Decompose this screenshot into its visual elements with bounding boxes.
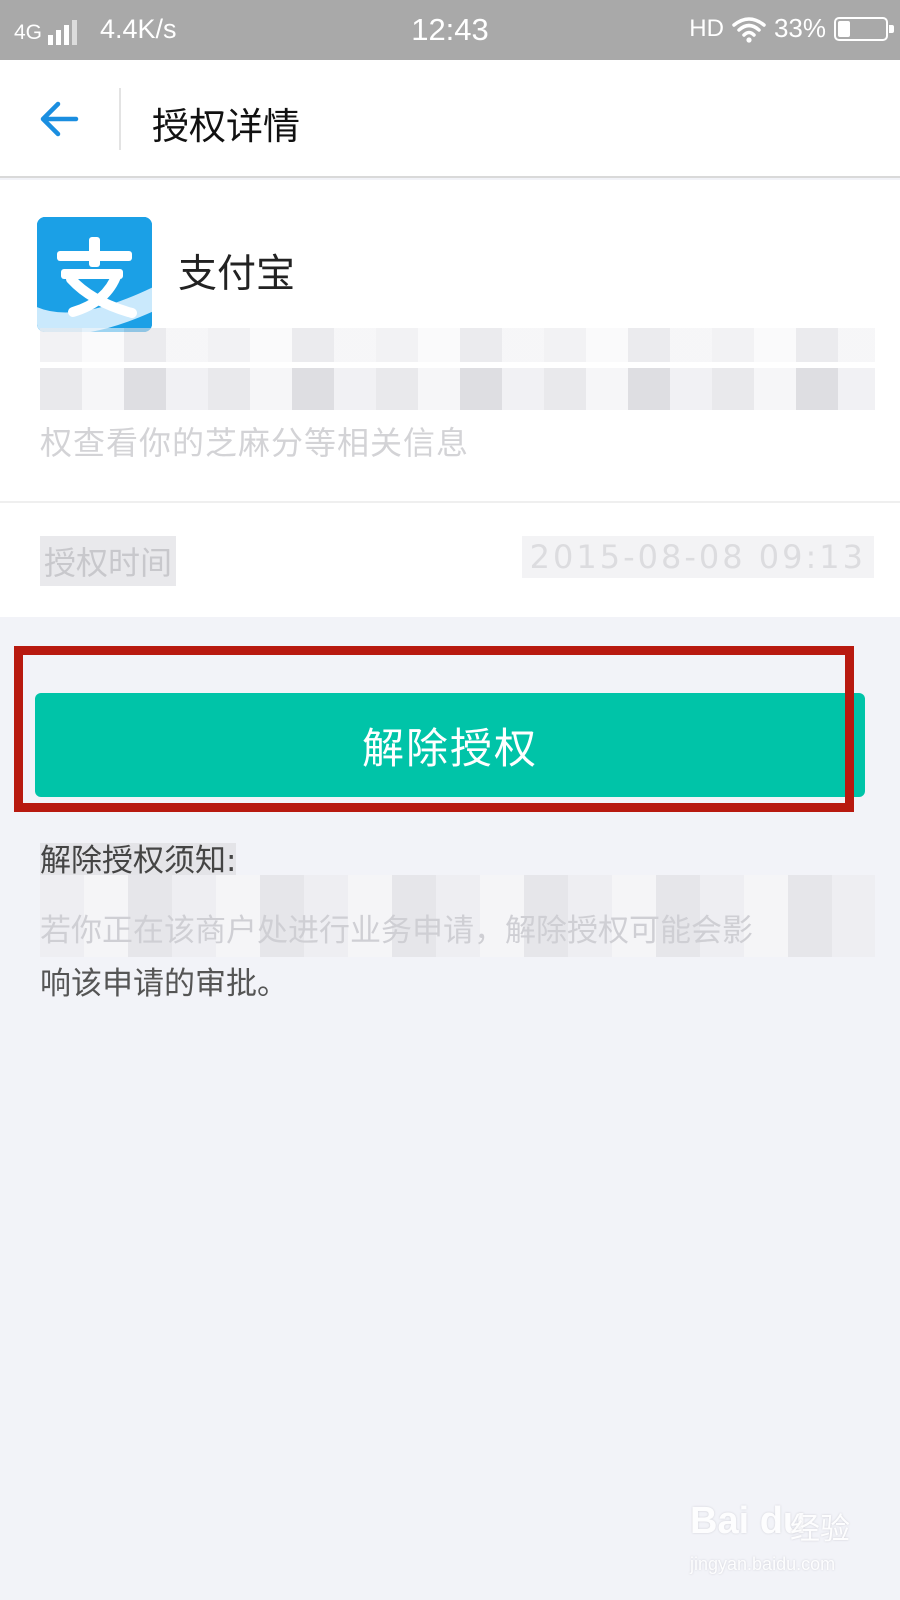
auth-time-value: 2015-08-08 09:13 bbox=[521, 536, 874, 578]
divider bbox=[0, 501, 900, 503]
notice-line-2: 响该申请的审批。 bbox=[40, 966, 288, 1002]
nav-bar: 授权详情 bbox=[0, 60, 900, 178]
hd-indicator: HD bbox=[689, 14, 724, 42]
wifi-icon bbox=[732, 16, 766, 43]
watermark-url: jingyan.baidu.com bbox=[690, 1554, 836, 1574]
status-bar: 4G 4.4K/s 12:43 HD 33% bbox=[0, 0, 900, 60]
revoke-authorization-button[interactable]: 解除授权 bbox=[35, 693, 865, 797]
nav-divider bbox=[119, 88, 121, 150]
status-bar-right: HD 33% bbox=[689, 13, 894, 44]
watermark-brand: 经验 bbox=[790, 1513, 850, 1546]
auth-time-label: 授权时间 bbox=[40, 536, 177, 586]
page-title: 授权详情 bbox=[152, 105, 300, 148]
app-name: 支付宝 bbox=[178, 252, 296, 297]
arrow-left-icon[interactable] bbox=[36, 96, 82, 142]
authorization-description: 权查看你的芝麻分等相关信息 bbox=[40, 424, 470, 462]
alipay-logo bbox=[37, 217, 152, 332]
blurred-region bbox=[40, 328, 875, 362]
notice-title: 解除授权须知: bbox=[40, 835, 237, 880]
notice-line-1: 若你正在该商户处进行业务申请，解除授权可能会影 bbox=[40, 913, 753, 949]
blurred-region bbox=[40, 368, 875, 410]
battery-icon bbox=[834, 16, 894, 41]
notice-title-text: 解除授权须知: bbox=[40, 843, 237, 879]
baidu-jingyan-watermark: Bai du 经验 jingyan.baidu.com bbox=[690, 1500, 890, 1590]
battery-percent: 33% bbox=[773, 13, 826, 43]
authorization-info-card: 支付宝 权查看你的芝麻分等相关信息 授权时间 2015-08-08 09:13 bbox=[0, 180, 900, 617]
watermark-logo: Bai du bbox=[690, 1500, 807, 1542]
